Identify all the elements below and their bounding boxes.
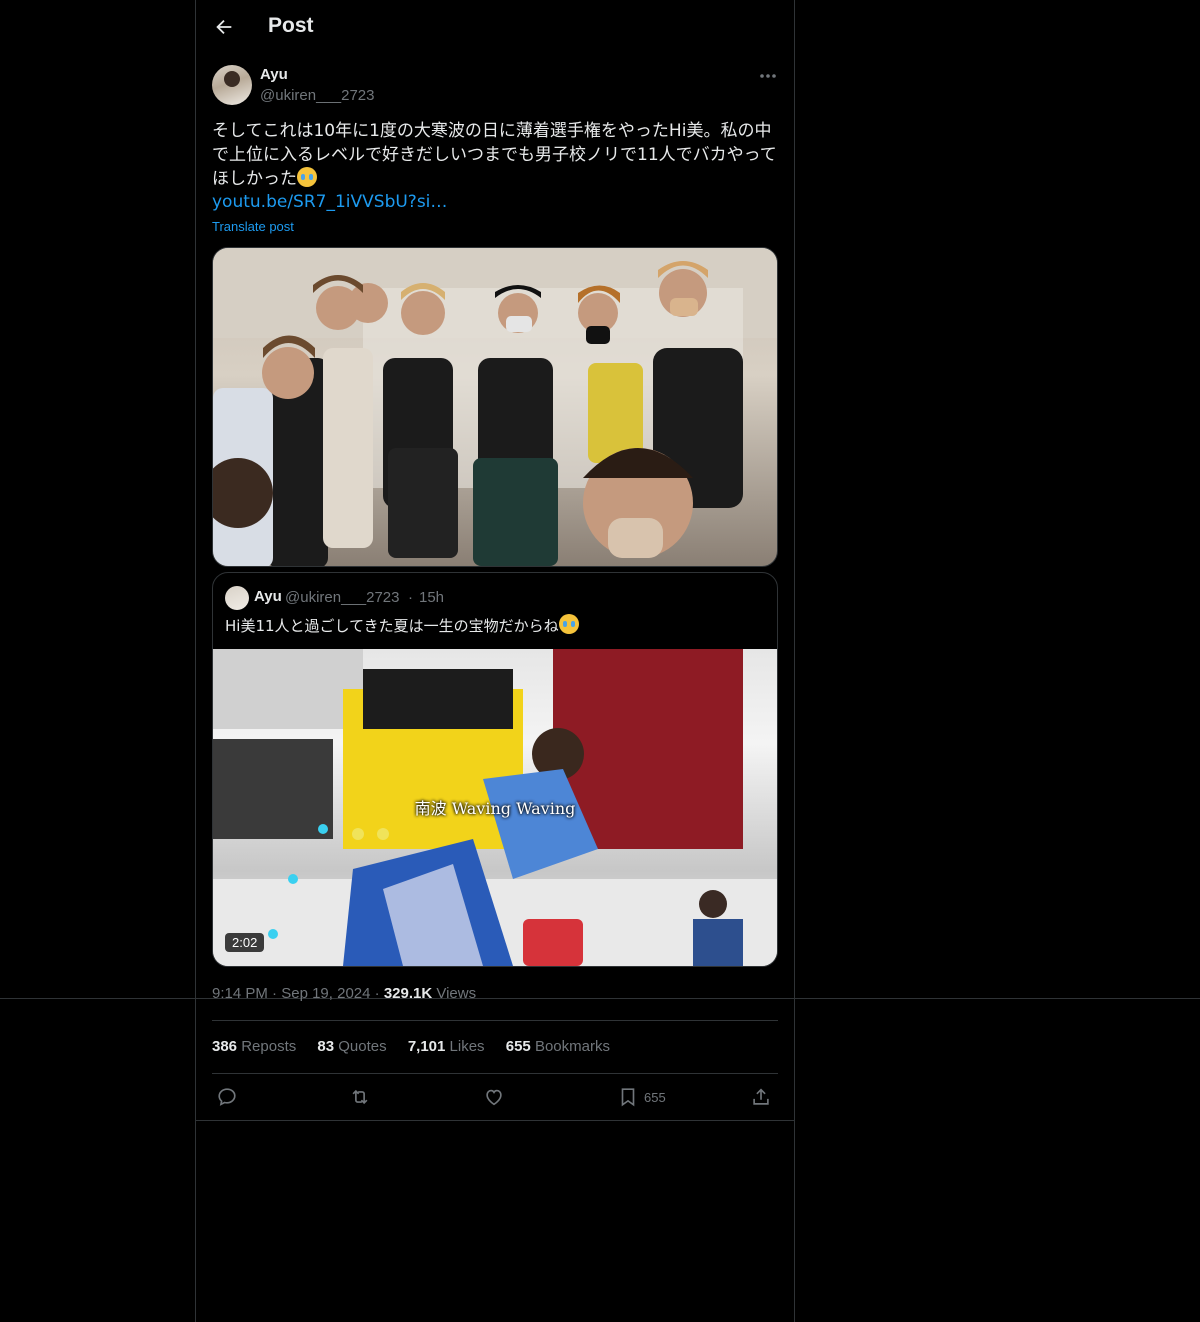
stats-divider-top bbox=[212, 1020, 778, 1021]
bookmark-count: 655 bbox=[644, 1089, 666, 1105]
post-bottom-divider bbox=[196, 1120, 794, 1121]
like-button[interactable] bbox=[483, 1086, 505, 1108]
stats-divider-bottom bbox=[212, 1073, 778, 1074]
crying-emoji-icon bbox=[558, 614, 579, 634]
quotes-label: Quotes bbox=[338, 1038, 387, 1055]
quote-author-avatar bbox=[225, 586, 249, 610]
quote-author-handle: @ukiren___2723 bbox=[285, 589, 400, 606]
more-button[interactable] bbox=[756, 66, 780, 86]
likes-label: Likes bbox=[449, 1038, 485, 1055]
views-count: 329.1K bbox=[383, 985, 433, 1002]
back-arrow-icon bbox=[216, 19, 232, 35]
quote-separator: · bbox=[408, 589, 413, 606]
bookmarks-stat[interactable]: 655 Bookmarks bbox=[506, 1038, 610, 1055]
post-header: Post bbox=[196, 0, 794, 55]
main-column: Post Ayu @ukiren___2723 そしてこれは10年に1度の大寒波… bbox=[195, 0, 795, 1322]
bookmark-button[interactable]: 655 bbox=[617, 1086, 666, 1108]
page-title: Post bbox=[268, 14, 314, 37]
quote-text: Hi美11人と過ごしてきた夏は一生の宝物だからね bbox=[225, 614, 579, 636]
crying-emoji-icon bbox=[297, 167, 317, 187]
repost-button[interactable] bbox=[349, 1086, 371, 1108]
meta-separator: · bbox=[374, 985, 380, 1002]
quotes-count: 83 bbox=[317, 1038, 335, 1055]
author-avatar[interactable] bbox=[212, 65, 252, 105]
share-button[interactable] bbox=[750, 1086, 772, 1108]
more-icon bbox=[760, 74, 776, 78]
quote-video[interactable]: 南波 Waving Waving 2:02 bbox=[213, 649, 777, 966]
views-label: Views bbox=[436, 985, 477, 1002]
quotes-stat[interactable]: 83 Quotes bbox=[317, 1038, 386, 1055]
bookmark-icon bbox=[621, 1088, 635, 1107]
action-bar: 655 bbox=[212, 1086, 778, 1110]
author-handle[interactable]: @ukiren___2723 bbox=[260, 87, 374, 104]
reply-icon bbox=[218, 1088, 236, 1106]
share-icon bbox=[753, 1088, 769, 1105]
back-button[interactable] bbox=[213, 16, 235, 38]
reposts-label: Reposts bbox=[241, 1038, 297, 1055]
repost-icon bbox=[352, 1089, 368, 1105]
likes-stat[interactable]: 7,101 Likes bbox=[408, 1038, 485, 1055]
bookmarks-label: Bookmarks bbox=[534, 1038, 610, 1055]
post-date[interactable]: Sep 19, 2024 bbox=[281, 985, 370, 1002]
post-stats: 386 Reposts 83 Quotes 7,101 Likes 655 Bo… bbox=[212, 1038, 627, 1055]
like-icon bbox=[486, 1089, 502, 1106]
post-photo[interactable] bbox=[212, 247, 778, 567]
quote-time: 15h bbox=[419, 589, 445, 606]
quote-text-body: Hi美11人と過ごしてきた夏は一生の宝物だからね bbox=[225, 617, 559, 635]
translate-post-link[interactable]: Translate post bbox=[212, 219, 294, 234]
author-name[interactable]: Ayu bbox=[260, 66, 288, 83]
meta-separator: · bbox=[272, 985, 278, 1002]
post-time[interactable]: 9:14 PM bbox=[212, 985, 268, 1002]
post-meta: 9:14 PM · Sep 19, 2024 · 329.1K Views bbox=[212, 985, 476, 1002]
post-text: そしてこれは10年に1度の大寒波の日に薄着選手権をやったHi美。私の中で上位に入… bbox=[212, 119, 778, 191]
likes-count: 7,101 bbox=[407, 1038, 446, 1055]
reposts-stat[interactable]: 386 Reposts bbox=[212, 1038, 296, 1055]
bookmarks-count: 655 bbox=[505, 1038, 531, 1055]
video-duration: 2:02 bbox=[225, 933, 265, 952]
quoted-post[interactable]: Ayu @ukiren___2723 · 15h Hi美11人と過ごしてきた夏は… bbox=[212, 572, 778, 967]
reply-button[interactable] bbox=[216, 1086, 238, 1108]
reposts-count: 386 bbox=[212, 1038, 238, 1055]
video-caption: 南波 Waving Waving bbox=[414, 799, 576, 818]
quote-author-name: Ayu bbox=[254, 588, 282, 605]
post-link[interactable]: youtu.be/SR7_1iVVSbU?si… bbox=[212, 192, 447, 212]
